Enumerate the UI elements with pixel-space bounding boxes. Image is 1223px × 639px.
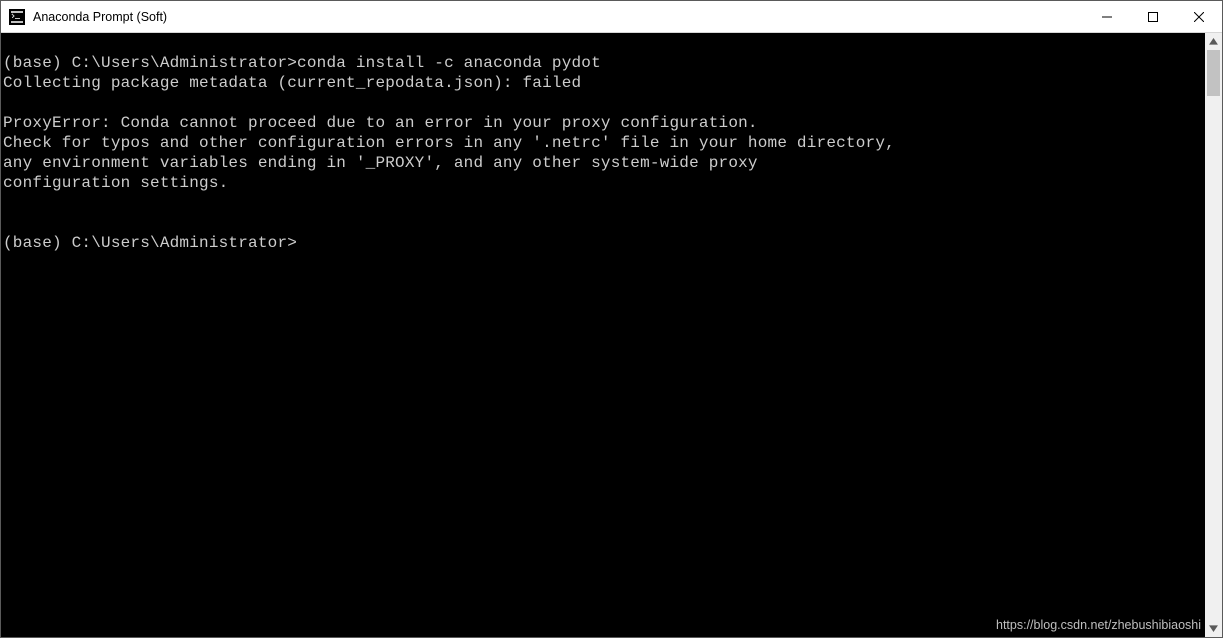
window-title: Anaconda Prompt (Soft) [33, 10, 167, 24]
minimize-button[interactable] [1084, 1, 1130, 33]
watermark-text: https://blog.csdn.net/zhebushibiaoshi [996, 618, 1201, 632]
scroll-down-button[interactable] [1205, 620, 1222, 637]
scrollbar-track[interactable] [1205, 50, 1222, 620]
window-root: Anaconda Prompt (Soft) (base) C:\Users\A… [0, 0, 1223, 638]
maximize-button[interactable] [1130, 1, 1176, 33]
app-icon [9, 9, 25, 25]
titlebar[interactable]: Anaconda Prompt (Soft) [1, 1, 1222, 33]
terminal-output[interactable]: (base) C:\Users\Administrator>conda inst… [1, 33, 1205, 253]
scrollbar-thumb[interactable] [1207, 50, 1220, 96]
terminal-area[interactable]: (base) C:\Users\Administrator>conda inst… [1, 33, 1205, 637]
client-area: (base) C:\Users\Administrator>conda inst… [1, 33, 1222, 637]
scroll-up-button[interactable] [1205, 33, 1222, 50]
close-button[interactable] [1176, 1, 1222, 33]
vertical-scrollbar[interactable] [1205, 33, 1222, 637]
